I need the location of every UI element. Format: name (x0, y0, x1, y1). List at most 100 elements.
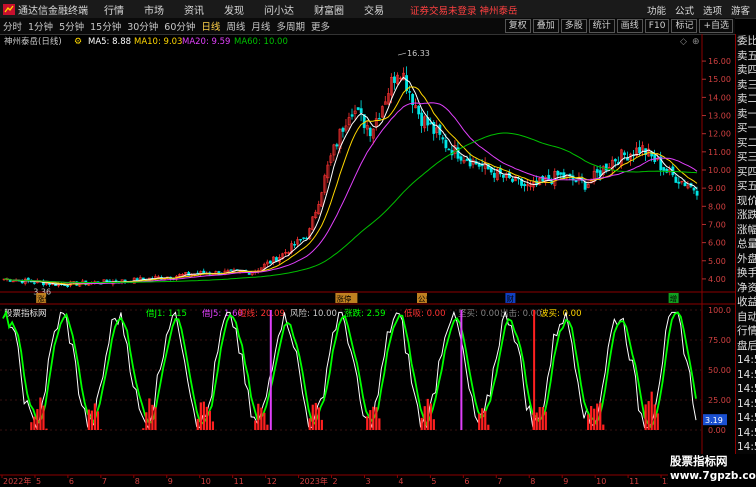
signal-bar (211, 421, 215, 430)
candle-body (335, 144, 339, 147)
side-panel-item: 卖三 (737, 78, 756, 91)
period-tab[interactable]: 60分钟 (161, 19, 198, 33)
signal-bar (484, 410, 487, 430)
toolbar-button[interactable]: +自选 (699, 19, 733, 33)
signal-bar (644, 404, 647, 430)
signal-bar (36, 409, 39, 430)
candle-body (293, 244, 297, 246)
x-axis-label: 7 (102, 477, 107, 486)
candle-body (377, 118, 381, 120)
top-right-item[interactable]: 游客 (731, 3, 750, 17)
candle-body (638, 147, 642, 154)
toolbar-button[interactable]: 叠加 (532, 19, 559, 33)
top-right-item[interactable]: 公式 (675, 3, 694, 17)
top-right-item[interactable]: 选项 (703, 3, 722, 17)
signal-bar (196, 418, 199, 430)
x-axis-label: 10 (201, 477, 211, 486)
main-menu-item[interactable]: 发现 (224, 2, 244, 17)
side-panel-item: 总量 (737, 238, 756, 250)
side-panel-item: 行情 (737, 325, 756, 337)
title-bar: 通达信金融终端 行情 市场 资讯 发现 问小达 财富圈 交易 证券交易未登录 神州泰岳 功能… (0, 0, 756, 19)
side-panel-item: 14:50 (737, 397, 756, 410)
signal-bar (535, 412, 538, 430)
side-panel-item: 涨跌 (737, 209, 756, 221)
candle-body (417, 105, 421, 115)
period-tab[interactable]: 1分钟 (25, 19, 56, 33)
side-panel-item: 现价 (737, 194, 756, 207)
x-axis-label: 11 (629, 477, 639, 486)
signal-bar (369, 410, 372, 430)
ma20-line (3, 102, 698, 285)
chart-tool-buttons: 复权 叠加 多股 统计 画线 F10 标记 +自选 (503, 19, 733, 33)
x-axis-label: 3 (365, 477, 370, 486)
x-axis-label: 9 (168, 477, 173, 486)
indicator-legend-label: 借J5: 1.60 (202, 308, 243, 319)
side-panel-item: 14:50 (737, 441, 756, 453)
signal-bar (257, 403, 260, 430)
toolbar-button[interactable]: 统计 (588, 19, 615, 33)
period-tab[interactable]: 周线 (223, 19, 248, 33)
period-tab[interactable]: 30分钟 (124, 19, 161, 33)
period-tab[interactable]: 更多 (308, 19, 333, 33)
toolbar-button[interactable]: 标记 (671, 19, 698, 33)
candle-body (674, 176, 678, 183)
high-pointer (397, 52, 407, 56)
toolbar-button[interactable]: 画线 (616, 19, 643, 33)
main-menu-item[interactable]: 市场 (144, 2, 164, 17)
period-tab[interactable]: 多周期 (273, 19, 308, 33)
x-axis-label: 10 (596, 477, 606, 486)
side-panel-item: 外盘 (737, 252, 756, 265)
side-panel-item: 盘后 (737, 339, 756, 352)
login-notice[interactable]: 证券交易未登录 神州泰岳 (410, 3, 518, 17)
main-menu-item[interactable]: 财富圈 (314, 2, 344, 17)
period-tab[interactable]: 分时 (0, 19, 25, 33)
candle-body (429, 122, 433, 125)
price-tick-label: 10.00 (708, 166, 731, 175)
candle-body (48, 283, 51, 285)
current-value-label: 3.19 (705, 416, 723, 425)
candle-body (595, 169, 599, 173)
side-panel-item: 换手 (737, 267, 756, 279)
x-axis-label: 2023年 (300, 476, 328, 486)
main-menu-item[interactable]: 问小达 (264, 2, 294, 17)
event-marker-label: 公告 (418, 294, 433, 304)
signal-bar (593, 408, 596, 430)
signal-bar (650, 391, 653, 430)
side-panel-item: 买三 (737, 151, 756, 163)
side-panel-item: 卖四 (737, 64, 756, 76)
candle-body (523, 184, 527, 187)
x-axis-label: 12 (267, 477, 277, 486)
main-menu-item[interactable]: 资讯 (184, 2, 204, 17)
toolbar-button[interactable]: 多股 (560, 19, 587, 33)
ma-legend-label: MA20: 9.59 (182, 37, 230, 47)
toolbar-button[interactable]: F10 (644, 19, 670, 33)
signal-bar (154, 407, 157, 430)
period-tab[interactable]: 日线 (198, 19, 223, 33)
period-tab[interactable]: 月线 (248, 19, 273, 33)
top-right-item[interactable]: 功能 (647, 3, 666, 17)
signal-bar (308, 418, 311, 430)
indicator-tick-label: 0.00 (708, 426, 726, 435)
ma5-line (3, 76, 698, 286)
period-tab[interactable]: 15分钟 (87, 19, 124, 33)
signal-bar (99, 429, 103, 430)
signal-bar (151, 404, 154, 430)
candle-body (613, 159, 617, 162)
indicator-legend-label: 波买: 0.00 (540, 308, 582, 319)
price-tick-label: 16.00 (708, 57, 731, 66)
stock-chart[interactable]: 16.00 15.00 14.00 13.00 12.00 11.00 10.00 9.00 8… (0, 34, 735, 487)
period-tab[interactable]: 5分钟 (56, 19, 87, 33)
app-name: 通达信金融终端 (18, 5, 88, 17)
event-marker-label: 增 (670, 294, 678, 304)
main-menu-item[interactable]: 交易 (364, 2, 384, 17)
toolbar-button[interactable]: 复权 (504, 19, 531, 33)
indicator-legend-label: 短线: 20.09 (238, 308, 285, 319)
price-tick-label: 9.00 (708, 184, 726, 193)
ma-legend-label: MA60: 10.00 (234, 37, 288, 47)
candle-body (350, 114, 354, 117)
side-panel-item: 买一 (737, 122, 756, 134)
indicator-tick-label: 50.00 (708, 366, 731, 375)
signal-bar (656, 413, 659, 430)
main-menu-item[interactable]: 行情 (104, 2, 124, 17)
period-toolbar: 分时 1分钟 5分钟 15分钟 30分钟 60分钟 日线 周线 月线 多周期 更多 复权 叠加 多股 统计… (0, 18, 735, 35)
